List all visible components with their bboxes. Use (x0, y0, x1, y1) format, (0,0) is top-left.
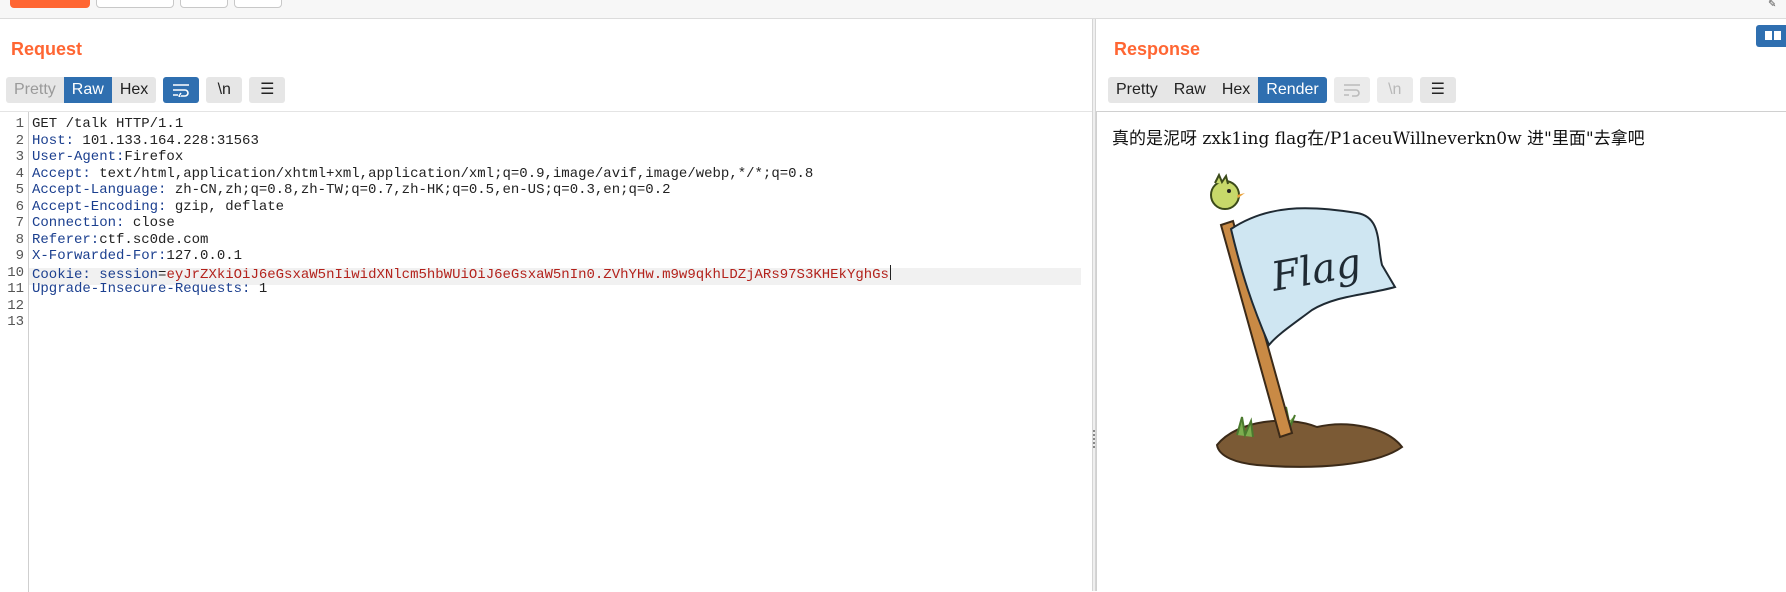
tab-hex[interactable]: Hex (112, 77, 156, 103)
line-number: 7 (15, 215, 24, 231)
tab-render[interactable]: Render (1258, 77, 1327, 103)
line-code: Accept-Encoding: gzip, deflate (32, 199, 284, 216)
line-number: 4 (15, 165, 24, 182)
line-number: 11 (7, 281, 24, 297)
wrap-lines-icon (1333, 77, 1370, 103)
request-line[interactable]: 12 (0, 298, 24, 315)
line-number: 6 (15, 198, 24, 215)
header-value: GET /talk HTTP/1.1 (32, 116, 184, 132)
line-number: 8 (15, 231, 24, 248)
session-cookie-value: eyJrZXkiOiJ6eGsxaW5nIiwidXNlcm5hbWUiOiJ6… (166, 266, 889, 283)
header-name: Upgrade-Insecure-Requests: (32, 281, 251, 297)
request-line[interactable]: 10 Cookie: session=eyJrZXkiOiJ6eGsxaW5nIi… (0, 264, 891, 283)
top-toolbar: ✎ (0, 0, 1786, 19)
header-value: 1 (258, 281, 268, 297)
request-tabs: Pretty Raw Hex \n ☰ (6, 77, 286, 103)
header-name: Connection: (32, 215, 125, 231)
separator (91, 166, 99, 182)
show-newlines-icon[interactable]: \n (206, 77, 243, 103)
header-value: zh-CN,zh;q=0.8,zh-TW;q=0.7,zh-HK;q=0.5,e… (174, 182, 671, 198)
request-line[interactable]: 9 X-Forwarded-For:127.0.0.1 (0, 248, 242, 265)
menu-icon[interactable]: ☰ (249, 77, 286, 103)
request-line[interactable]: 5 Accept-Language: zh-CN,zh;q=0.8,zh-TW;q… (0, 182, 671, 199)
response-tabs: Pretty Raw Hex Render \n ☰ (1108, 77, 1456, 103)
cancel-button[interactable] (96, 0, 174, 8)
header-value: 127.0.0.1 (166, 248, 243, 264)
show-newlines-icon: \n (1376, 77, 1413, 103)
request-line[interactable]: 2 Host: 101.133.164.228:31563 (0, 132, 259, 150)
menu-icon[interactable]: ☰ (1419, 77, 1456, 103)
flag-illustration: Flag (1210, 172, 1404, 468)
request-line[interactable]: 11 Upgrade-Insecure-Requests: 1 (0, 281, 267, 298)
header-value: close (132, 215, 175, 231)
rendered-response: 真的是泥呀 zxk1ing flag在/P1aceuWillneverkn0w … (1096, 111, 1786, 591)
separator (166, 182, 174, 198)
header-value: Firefox (124, 149, 184, 165)
line-code: Referer:ctf.sc0de.com (32, 232, 208, 249)
request-line[interactable]: 8 Referer:ctf.sc0de.com (0, 231, 209, 249)
separator (166, 199, 174, 215)
tab-raw[interactable]: Raw (63, 77, 112, 103)
line-code: Accept: text/html,application/xhtml+xml,… (32, 166, 813, 183)
request-editor[interactable]: 1 GET /talk HTTP/1.1 2 Host: 101.133.164.22… (0, 111, 1092, 592)
request-line[interactable]: 1 GET /talk HTTP/1.1 (0, 116, 184, 133)
header-name: Accept-Language: (32, 182, 167, 198)
line-code: X-Forwarded-For:127.0.0.1 (32, 248, 242, 265)
header-value: text/html,application/xhtml+xml,applicat… (99, 165, 814, 182)
request-line[interactable]: 7 Connection: close (0, 215, 175, 232)
line-code: Connection: close (32, 215, 175, 232)
tab-pretty[interactable]: Pretty (6, 77, 64, 103)
request-line[interactable]: 13 (0, 314, 24, 331)
request-title: Request (11, 39, 83, 59)
wrap-lines-icon[interactable] (163, 77, 200, 103)
request-pane: Request Pretty Raw Hex \n ☰ 1 GET /talk H… (0, 19, 1092, 592)
line-number: 2 (15, 132, 24, 149)
response-pane: Response Pretty Raw Hex Render \n ☰ 真的是泥… (1096, 19, 1786, 591)
header-value: gzip, deflate (174, 198, 285, 215)
header-value: 101.133.164.228:31563 (82, 132, 259, 149)
request-line[interactable]: 3 User-Agent:Firefox (0, 149, 184, 166)
header-name: Host: (32, 132, 75, 149)
line-number: 10 (7, 264, 24, 281)
line-code: Accept-Language: zh-CN,zh;q=0.8,zh-TW;q=… (32, 182, 671, 199)
line-number: 12 (7, 297, 24, 314)
header-name: User-Agent: (32, 149, 125, 165)
line-number: 13 (7, 314, 24, 330)
header-name: Accept: (32, 165, 91, 182)
line-code: Upgrade-Insecure-Requests: 1 (32, 281, 267, 298)
separator (124, 215, 132, 231)
tab-raw[interactable]: Raw (1166, 77, 1214, 103)
header-name: Referer: (32, 231, 100, 248)
pen-icon[interactable]: ✎ (1768, 0, 1782, 10)
line-number: 1 (15, 116, 24, 132)
line-number: 3 (15, 149, 24, 165)
divider-grip-icon[interactable] (1093, 430, 1095, 450)
layout-toggle-icon[interactable] (1756, 25, 1786, 47)
line-number: 9 (15, 248, 24, 264)
header-value: ctf.sc0de.com (99, 231, 209, 248)
text-caret (889, 264, 891, 280)
tab-pretty[interactable]: Pretty (1108, 77, 1166, 103)
line-code: Host: 101.133.164.228:31563 (32, 133, 259, 150)
response-title: Response (1114, 39, 1201, 59)
rendered-text: 真的是泥呀 zxk1ing flag在/P1aceuWillneverkn0w … (1112, 129, 1645, 149)
separator (250, 281, 258, 297)
header-name: X-Forwarded-For: (32, 248, 167, 264)
request-line[interactable]: 6 Accept-Encoding: gzip, deflate (0, 198, 284, 216)
back-button[interactable] (180, 0, 228, 8)
request-line[interactable]: 4 Accept: text/html,application/xhtml+xml… (0, 165, 814, 183)
tab-hex[interactable]: Hex (1214, 77, 1258, 103)
send-button[interactable] (10, 0, 90, 8)
line-code: GET /talk HTTP/1.1 (32, 116, 183, 133)
header-name: Accept-Encoding: (32, 198, 167, 215)
line-code: User-Agent:Firefox (32, 149, 183, 166)
forward-button[interactable] (234, 0, 282, 8)
line-number: 5 (15, 182, 24, 198)
